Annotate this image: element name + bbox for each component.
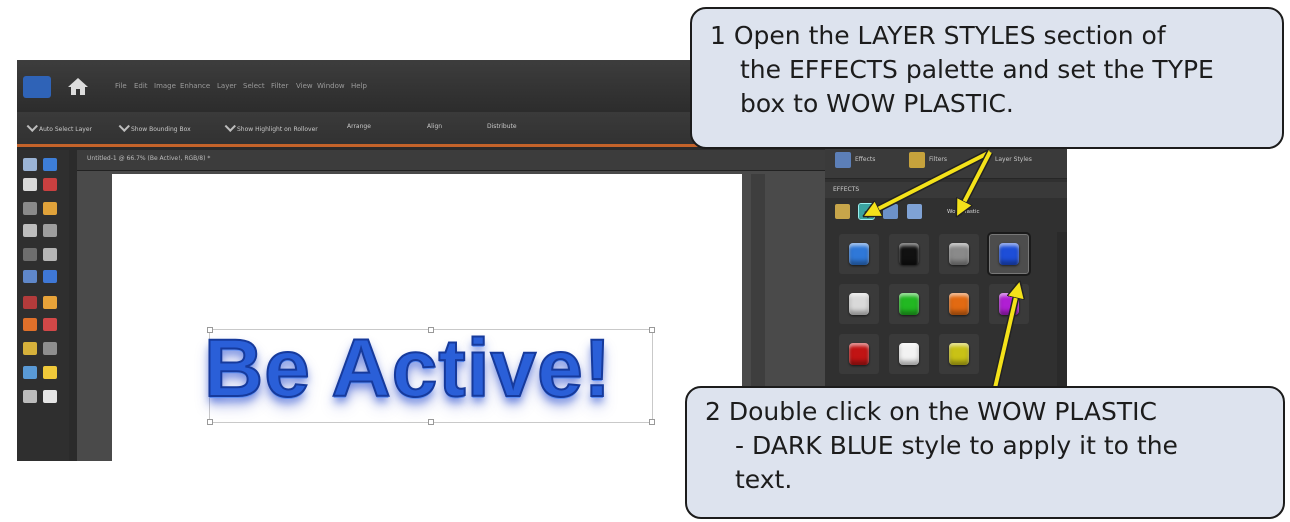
checkbox-icon (118, 120, 130, 132)
style-swatch[interactable] (939, 234, 979, 274)
eyedropper-tool-icon[interactable] (43, 178, 57, 191)
auto-select-layer-option[interactable]: Auto Select Layer (26, 120, 92, 133)
style-swatch[interactable] (839, 334, 879, 374)
filters-icon[interactable] (883, 204, 898, 219)
menu-window[interactable]: Window (317, 82, 345, 90)
show-bounding-box-option[interactable]: Show Bounding Box (118, 120, 191, 133)
document-tab[interactable]: Untitled-1 @ 66.7% (Be Active!, RGB/8) * (77, 150, 825, 171)
wand-icon (909, 152, 925, 168)
tab-filters[interactable]: Filters (929, 156, 947, 163)
menu-view[interactable]: View (296, 82, 313, 90)
photo-effects-icon[interactable] (835, 204, 850, 219)
hand-tool-icon[interactable] (23, 178, 37, 191)
callout-2-line-1: 2 Double click on the WOW PLASTIC (705, 397, 1157, 426)
arrange-menu[interactable]: Arrange (347, 123, 371, 130)
menu-filter[interactable]: Filter (271, 82, 288, 90)
style-swatch[interactable] (889, 234, 929, 274)
spot-healing-tool-icon[interactable] (43, 296, 57, 309)
zoom-tool-icon[interactable] (43, 158, 57, 171)
option-label: Show Highlight on Rollover (237, 126, 318, 133)
blur-tool-icon[interactable] (43, 390, 57, 403)
crop-tool-icon[interactable] (43, 248, 57, 261)
show-highlight-option[interactable]: Show Highlight on Rollover (224, 120, 318, 133)
panel-tab-bar: Effects Filters Layer Styles (825, 144, 1067, 179)
checkbox-icon (224, 120, 236, 132)
menu-help[interactable]: Help (351, 82, 367, 90)
option-label: Show Bounding Box (131, 126, 191, 133)
straighten-tool-icon[interactable] (43, 270, 57, 283)
menu-file[interactable]: File (115, 82, 127, 90)
align-menu[interactable]: Align (427, 123, 442, 130)
gradient-tool-icon[interactable] (43, 366, 57, 379)
tab-layer-styles[interactable]: Layer Styles (995, 156, 1032, 163)
style-swatch[interactable] (889, 284, 929, 324)
tab-effects[interactable]: Effects (855, 156, 875, 163)
styled-text-layer[interactable]: Be Active! (203, 314, 664, 424)
menu-layer[interactable]: Layer (217, 82, 237, 90)
menu-enhance[interactable]: Enhance (180, 82, 210, 90)
distribute-menu[interactable]: Distribute (487, 123, 517, 130)
layer-styles-icon[interactable] (858, 203, 875, 220)
style-swatch[interactable] (989, 284, 1029, 324)
lasso-tool-icon[interactable] (43, 202, 57, 215)
clone-stamp-tool-icon[interactable] (23, 318, 37, 331)
style-swatch[interactable] (939, 284, 979, 324)
effects-section-header[interactable]: EFFECTS (825, 182, 1067, 198)
home-icon[interactable] (67, 76, 89, 96)
option-label: Auto Select Layer (39, 126, 92, 133)
app-logo (23, 76, 51, 98)
style-swatch[interactable] (939, 334, 979, 374)
callout-1-line-3: box to WOW PLASTIC. (740, 89, 1014, 118)
fx-icon (835, 152, 851, 168)
selection-brush-tool-icon[interactable] (43, 224, 57, 237)
effects-section-title: EFFECTS (833, 186, 860, 193)
wow-plastic-dark-blue-swatch[interactable] (987, 232, 1031, 276)
all-icon[interactable] (907, 204, 922, 219)
cookie-cutter-tool-icon[interactable] (23, 270, 37, 283)
brush-tool-icon[interactable] (23, 342, 37, 355)
callout-1-line-2: the EFFECTS palette and set the TYPE (740, 55, 1214, 84)
document-title: Untitled-1 @ 66.7% (Be Active!, RGB/8) * (87, 155, 211, 162)
red-eye-tool-icon[interactable] (23, 296, 37, 309)
smart-brush-tool-icon[interactable] (43, 342, 57, 355)
menu-image[interactable]: Image (154, 82, 176, 90)
marquee-tool-icon[interactable] (23, 202, 37, 215)
toolbox (17, 150, 69, 461)
move-tool-icon[interactable] (23, 158, 37, 171)
type-tool-icon[interactable] (23, 248, 37, 261)
callout-step-2: 2 Double click on the WOW PLASTIC - DARK… (685, 386, 1285, 519)
magic-wand-tool-icon[interactable] (23, 224, 37, 237)
menu-select[interactable]: Select (243, 82, 265, 90)
eraser-tool-icon[interactable] (43, 318, 57, 331)
checkbox-icon (26, 120, 38, 132)
style-swatch[interactable] (839, 284, 879, 324)
callout-2-line-3: text. (735, 465, 793, 494)
style-swatch[interactable] (839, 234, 879, 274)
image-canvas[interactable]: Be Active! (112, 174, 742, 461)
style-swatch[interactable] (889, 334, 929, 374)
callout-step-1: 1 Open the LAYER STYLES section of the E… (690, 7, 1284, 149)
type-dropdown[interactable]: Wow Plastic (947, 209, 980, 215)
paint-bucket-tool-icon[interactable] (23, 366, 37, 379)
callout-2-line-2: - DARK BLUE style to apply it to the (735, 431, 1178, 460)
callout-1-line-1: 1 Open the LAYER STYLES section of (710, 21, 1166, 50)
shape-tool-icon[interactable] (23, 390, 37, 403)
menu-edit[interactable]: Edit (134, 82, 148, 90)
